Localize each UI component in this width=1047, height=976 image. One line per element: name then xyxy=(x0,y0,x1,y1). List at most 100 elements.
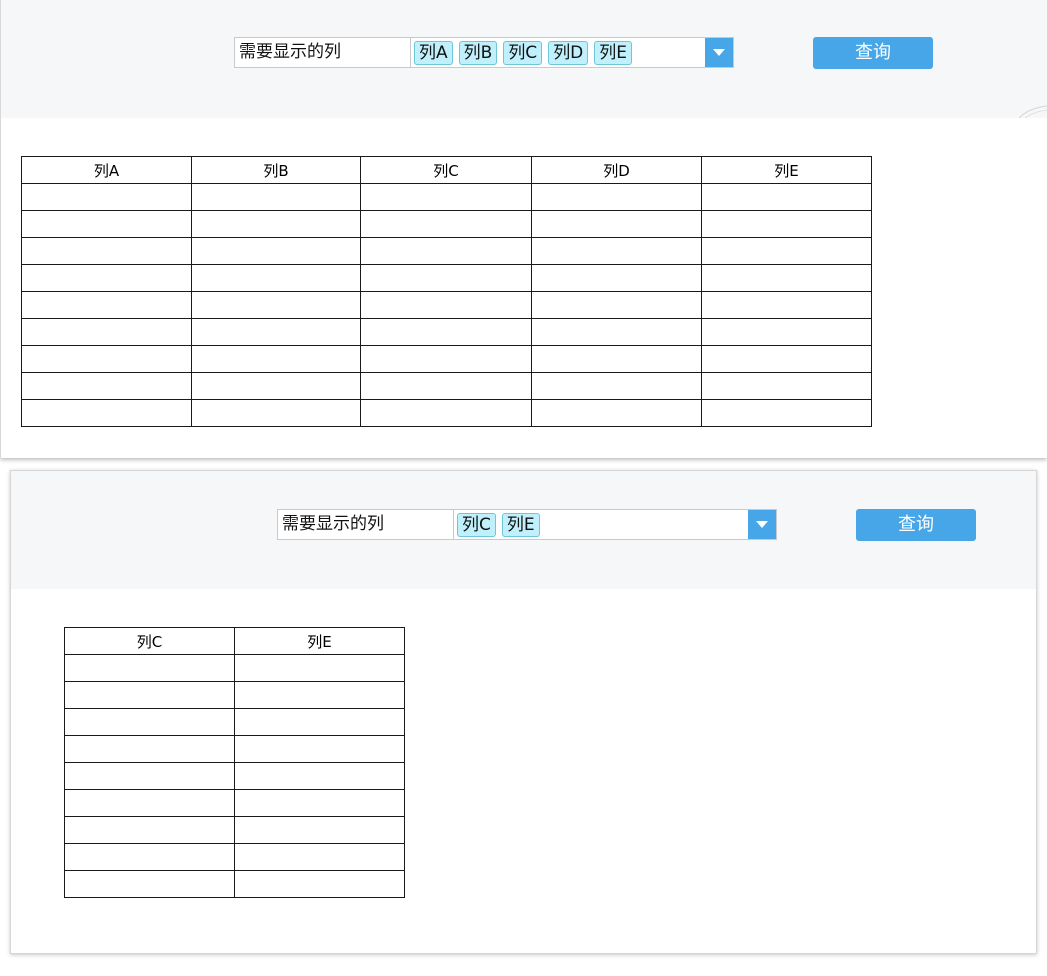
table-cell[interactable] xyxy=(21,210,192,238)
table-cell[interactable] xyxy=(701,345,872,373)
table-cell[interactable] xyxy=(360,345,532,373)
header-column-b: 列B xyxy=(191,156,361,184)
table-row xyxy=(21,264,872,292)
table-cell[interactable] xyxy=(360,183,532,211)
table-cell[interactable] xyxy=(21,237,192,265)
table-cell[interactable] xyxy=(234,870,405,898)
header-column-c: 列C xyxy=(360,156,532,184)
table-cell[interactable] xyxy=(191,291,361,319)
table-cell[interactable] xyxy=(21,264,192,292)
table-row xyxy=(21,318,872,346)
header-column-e: 列E xyxy=(701,156,872,184)
top-selected-tags[interactable]: 列A 列B 列C 列D 列E xyxy=(411,38,705,67)
bottom-column-selector-label: 需要显示的列 xyxy=(278,510,454,539)
table-cell[interactable] xyxy=(191,372,361,400)
table-cell[interactable] xyxy=(531,291,702,319)
table-cell[interactable] xyxy=(21,372,192,400)
table-header-row: 列C 列E xyxy=(64,627,405,655)
table-row xyxy=(21,237,872,265)
table-cell[interactable] xyxy=(64,681,235,709)
table-cell[interactable] xyxy=(21,318,192,346)
table-cell[interactable] xyxy=(64,816,235,844)
bottom-query-button[interactable]: 查询 xyxy=(856,509,976,541)
table-cell[interactable] xyxy=(701,264,872,292)
top-column-selector[interactable]: 需要显示的列 列A 列B 列C 列D 列E xyxy=(234,37,734,68)
table-cell[interactable] xyxy=(701,237,872,265)
bottom-selected-tags[interactable]: 列C 列E xyxy=(454,510,748,539)
table-cell[interactable] xyxy=(21,183,192,211)
table-cell[interactable] xyxy=(360,291,532,319)
table-cell[interactable] xyxy=(360,210,532,238)
table-cell[interactable] xyxy=(360,318,532,346)
bottom-toolbar: 需要显示的列 列C 列E 查询 xyxy=(11,471,1036,589)
table-cell[interactable] xyxy=(701,183,872,211)
table-cell[interactable] xyxy=(701,210,872,238)
top-panel: 需要显示的列 列A 列B 列C 列D 列E 查询 列A 列B 列C 列D 列E xyxy=(0,0,1047,458)
table-cell[interactable] xyxy=(360,264,532,292)
table-row xyxy=(64,735,405,763)
table-row xyxy=(21,210,872,238)
table-cell[interactable] xyxy=(701,372,872,400)
table-cell[interactable] xyxy=(531,399,702,427)
table-cell[interactable] xyxy=(531,372,702,400)
table-cell[interactable] xyxy=(191,183,361,211)
table-cell[interactable] xyxy=(360,372,532,400)
table-cell[interactable] xyxy=(531,183,702,211)
table-cell[interactable] xyxy=(191,210,361,238)
table-cell[interactable] xyxy=(21,399,192,427)
table-cell[interactable] xyxy=(64,735,235,763)
table-row xyxy=(21,291,872,319)
table-cell[interactable] xyxy=(234,708,405,736)
table-cell[interactable] xyxy=(531,318,702,346)
table-row xyxy=(21,183,872,211)
table-row xyxy=(64,789,405,817)
table-cell[interactable] xyxy=(360,237,532,265)
table-cell[interactable] xyxy=(701,399,872,427)
top-toolbar: 需要显示的列 列A 列B 列C 列D 列E 查询 xyxy=(1,0,1047,118)
tag-column-a[interactable]: 列A xyxy=(414,40,453,65)
table-cell[interactable] xyxy=(531,264,702,292)
tag-column-c[interactable]: 列C xyxy=(503,40,543,65)
table-row xyxy=(64,708,405,736)
top-dropdown-button[interactable] xyxy=(705,38,733,67)
table-cell[interactable] xyxy=(531,237,702,265)
table-cell[interactable] xyxy=(64,843,235,871)
tag-column-e[interactable]: 列E xyxy=(594,40,633,65)
table-cell[interactable] xyxy=(360,399,532,427)
tag-column-b[interactable]: 列B xyxy=(458,40,498,65)
table-cell[interactable] xyxy=(191,399,361,427)
table-cell[interactable] xyxy=(64,870,235,898)
table-cell[interactable] xyxy=(531,345,702,373)
bottom-column-selector[interactable]: 需要显示的列 列C 列E xyxy=(277,509,777,540)
table-cell[interactable] xyxy=(234,735,405,763)
table-cell[interactable] xyxy=(701,291,872,319)
table-cell[interactable] xyxy=(191,264,361,292)
bottom-dropdown-button[interactable] xyxy=(748,510,776,539)
table-cell[interactable] xyxy=(191,237,361,265)
bottom-panel: 需要显示的列 列C 列E 查询 列C 列E xyxy=(10,470,1037,954)
header-column-e: 列E xyxy=(234,627,405,655)
table-cell[interactable] xyxy=(234,843,405,871)
table-cell[interactable] xyxy=(191,345,361,373)
bottom-data-table: 列C 列E xyxy=(64,627,405,898)
table-cell[interactable] xyxy=(234,789,405,817)
table-cell[interactable] xyxy=(64,654,235,682)
table-cell[interactable] xyxy=(234,816,405,844)
table-cell[interactable] xyxy=(64,762,235,790)
table-cell[interactable] xyxy=(64,789,235,817)
triangle-down-icon xyxy=(713,48,725,56)
tag-column-c[interactable]: 列C xyxy=(457,512,496,537)
table-cell[interactable] xyxy=(531,210,702,238)
table-cell[interactable] xyxy=(234,654,405,682)
table-cell[interactable] xyxy=(701,318,872,346)
tag-column-e[interactable]: 列E xyxy=(501,512,540,537)
table-cell[interactable] xyxy=(191,318,361,346)
tag-column-d[interactable]: 列D xyxy=(548,40,589,65)
table-cell[interactable] xyxy=(64,708,235,736)
table-cell[interactable] xyxy=(234,681,405,709)
table-cell[interactable] xyxy=(21,345,192,373)
table-cell[interactable] xyxy=(234,762,405,790)
triangle-down-icon xyxy=(756,520,768,528)
table-cell[interactable] xyxy=(21,291,192,319)
top-query-button[interactable]: 查询 xyxy=(813,37,933,69)
